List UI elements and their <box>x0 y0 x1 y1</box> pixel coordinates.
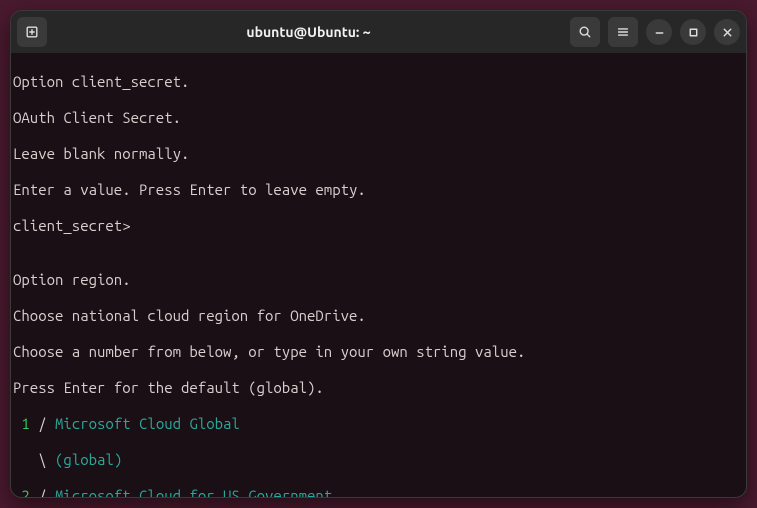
option-description: Microsoft Cloud Global <box>55 415 240 432</box>
terminal-line: Choose national cloud region for OneDriv… <box>13 307 738 325</box>
window-title: ubuntu@Ubuntu: ~ <box>55 24 562 40</box>
option-slash: / <box>38 415 55 432</box>
new-tab-button[interactable] <box>17 17 47 47</box>
terminal-line: Choose a number from below, or type in y… <box>13 343 738 361</box>
search-button[interactable] <box>570 17 600 47</box>
terminal-window: ubuntu@Ubuntu: ~ Option client_secret. O… <box>10 10 747 498</box>
minimize-button[interactable] <box>646 19 672 45</box>
option-number: 2 <box>13 487 38 497</box>
terminal-option: 1 / Microsoft Cloud Global <box>13 415 738 433</box>
option-slash: / <box>38 487 55 497</box>
terminal-prompt: client_secret> <box>13 217 738 235</box>
terminal-option: 2 / Microsoft Cloud for US Government <box>13 487 738 497</box>
option-number: 1 <box>13 415 38 432</box>
terminal-line: Option client_secret. <box>13 73 738 91</box>
titlebar: ubuntu@Ubuntu: ~ <box>11 11 746 53</box>
terminal-line: Option region. <box>13 271 738 289</box>
terminal-line: Enter a value. Press Enter to leave empt… <box>13 181 738 199</box>
menu-button[interactable] <box>608 17 638 47</box>
terminal-line: Press Enter for the default (global). <box>13 379 738 397</box>
close-button[interactable] <box>714 19 740 45</box>
option-description: Microsoft Cloud for US Government <box>55 487 332 497</box>
maximize-button[interactable] <box>680 19 706 45</box>
terminal-option-value: \ (global) <box>13 451 738 469</box>
terminal-line: Leave blank normally. <box>13 145 738 163</box>
terminal-body[interactable]: Option client_secret. OAuth Client Secre… <box>11 53 746 497</box>
option-back: \ <box>13 451 55 468</box>
terminal-scroll[interactable]: Option client_secret. OAuth Client Secre… <box>11 53 746 497</box>
terminal-line: OAuth Client Secret. <box>13 109 738 127</box>
option-value: (global) <box>55 451 122 468</box>
